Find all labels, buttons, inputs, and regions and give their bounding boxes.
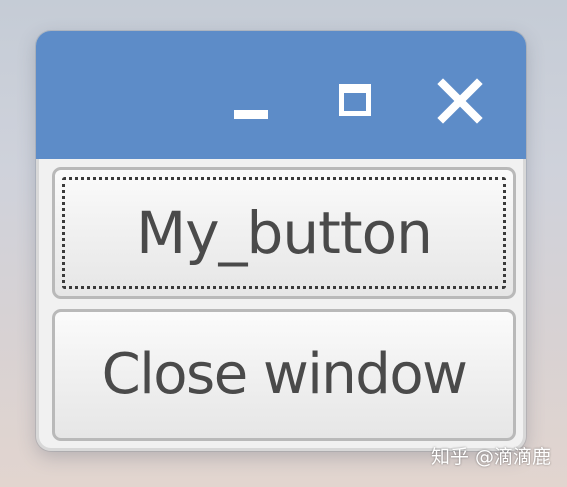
close-icon — [437, 78, 483, 124]
app-window: My_button Close window — [36, 31, 526, 451]
title-bar[interactable] — [36, 31, 526, 159]
maximize-icon — [339, 84, 371, 116]
minimize-button[interactable] — [226, 75, 278, 127]
watermark: 知乎 @滴滴鹿 — [430, 446, 551, 468]
window-content: My_button Close window — [36, 159, 526, 451]
close-button[interactable] — [434, 75, 486, 127]
minimize-icon — [234, 110, 268, 119]
close-window-button-label: Close window — [101, 342, 468, 407]
maximize-button[interactable] — [330, 75, 382, 127]
close-window-button[interactable]: Close window — [52, 309, 516, 441]
my-button[interactable]: My_button — [52, 167, 516, 299]
my-button-label: My_button — [136, 199, 433, 267]
